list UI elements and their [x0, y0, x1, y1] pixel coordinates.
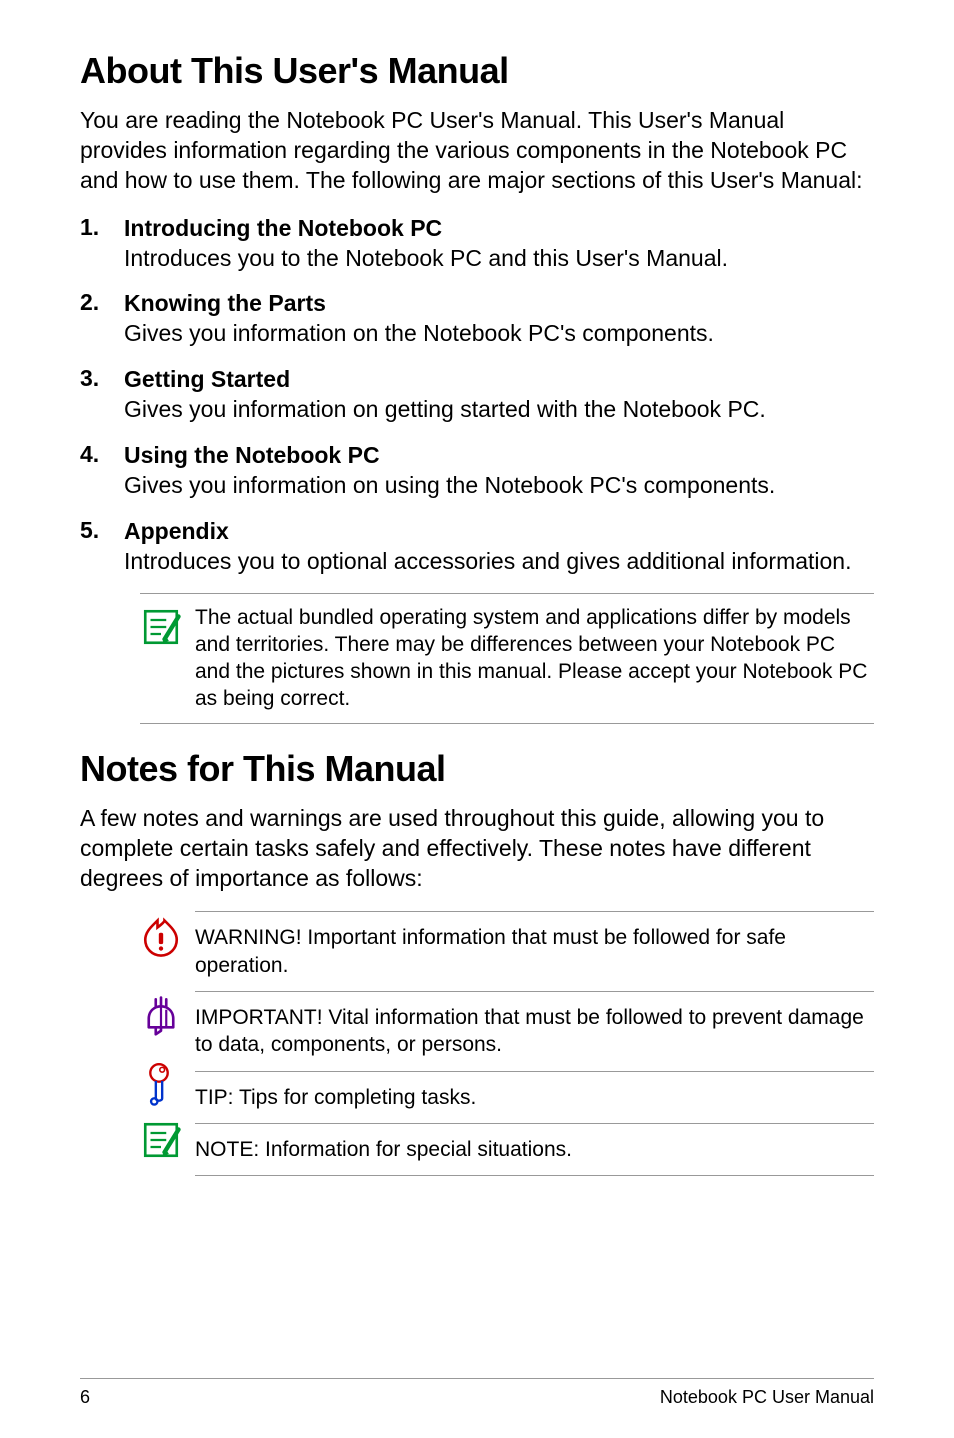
section-title: Using the Notebook PC: [124, 442, 380, 468]
heading-about: About This User's Manual: [80, 50, 874, 92]
section-item-3: 3. Getting Started Gives you information…: [80, 365, 874, 425]
section-num: 1.: [80, 214, 124, 274]
important-icon: [140, 991, 182, 1039]
notes-icons-column: [140, 911, 195, 1176]
heading-notes: Notes for This Manual: [80, 748, 874, 790]
section-item-4: 4. Using the Notebook PC Gives you infor…: [80, 441, 874, 501]
page-footer: 6 Notebook PC User Manual: [80, 1378, 874, 1408]
note-row-note: NOTE: Information for special situations…: [195, 1123, 874, 1176]
section-desc: Gives you information on using the Noteb…: [124, 472, 775, 498]
note-row-tip: TIP: Tips for completing tasks.: [195, 1071, 874, 1123]
section-title: Getting Started: [124, 366, 290, 392]
section-body: Using the Notebook PC Gives you informat…: [124, 441, 775, 501]
section-title: Introducing the Notebook PC: [124, 215, 442, 241]
section-num: 3.: [80, 365, 124, 425]
note-row-important: IMPORTANT! Vital information that must b…: [195, 991, 874, 1071]
notes-section: WARNING! Important information that must…: [140, 911, 874, 1176]
section-desc: Gives you information on getting started…: [124, 396, 766, 422]
section-num: 2.: [80, 289, 124, 349]
section-item-5: 5. Appendix Introduces you to optional a…: [80, 517, 874, 577]
section-desc: Introduces you to the Notebook PC and th…: [124, 245, 728, 271]
section-desc: Introduces you to optional accessories a…: [124, 548, 852, 574]
note-icon: [140, 604, 195, 713]
note-label: WARNING!: [195, 926, 302, 949]
note-label: TIP:: [195, 1086, 234, 1109]
intro-paragraph-2: A few notes and warnings are used throug…: [80, 804, 874, 894]
note-label: IMPORTANT!: [195, 1006, 323, 1029]
section-body: Knowing the Parts Gives you information …: [124, 289, 714, 349]
note-text: Information for special situations.: [259, 1138, 572, 1161]
note-callout: The actual bundled operating system and …: [140, 593, 874, 724]
section-title: Appendix: [124, 518, 229, 544]
footer-title: Notebook PC User Manual: [660, 1387, 874, 1408]
section-num: 4.: [80, 441, 124, 501]
section-body: Getting Started Gives you information on…: [124, 365, 766, 425]
section-body: Introducing the Notebook PC Introduces y…: [124, 214, 728, 274]
page-number: 6: [80, 1387, 90, 1408]
section-title: Knowing the Parts: [124, 290, 326, 316]
notes-content-column: WARNING! Important information that must…: [195, 911, 874, 1176]
intro-paragraph-1: You are reading the Notebook PC User's M…: [80, 106, 874, 196]
section-num: 5.: [80, 517, 124, 577]
note-icon: [140, 1119, 182, 1161]
note-callout-text: The actual bundled operating system and …: [195, 604, 874, 713]
note-label: NOTE:: [195, 1138, 259, 1161]
section-item-2: 2. Knowing the Parts Gives you informati…: [80, 289, 874, 349]
tip-icon: [140, 1059, 178, 1109]
section-body: Appendix Introduces you to optional acce…: [124, 517, 852, 577]
section-desc: Gives you information on the Notebook PC…: [124, 320, 714, 346]
warning-icon: [140, 917, 182, 959]
note-text: Tips for completing tasks.: [234, 1086, 477, 1109]
note-row-warning: WARNING! Important information that must…: [195, 911, 874, 991]
section-item-1: 1. Introducing the Notebook PC Introduce…: [80, 214, 874, 274]
